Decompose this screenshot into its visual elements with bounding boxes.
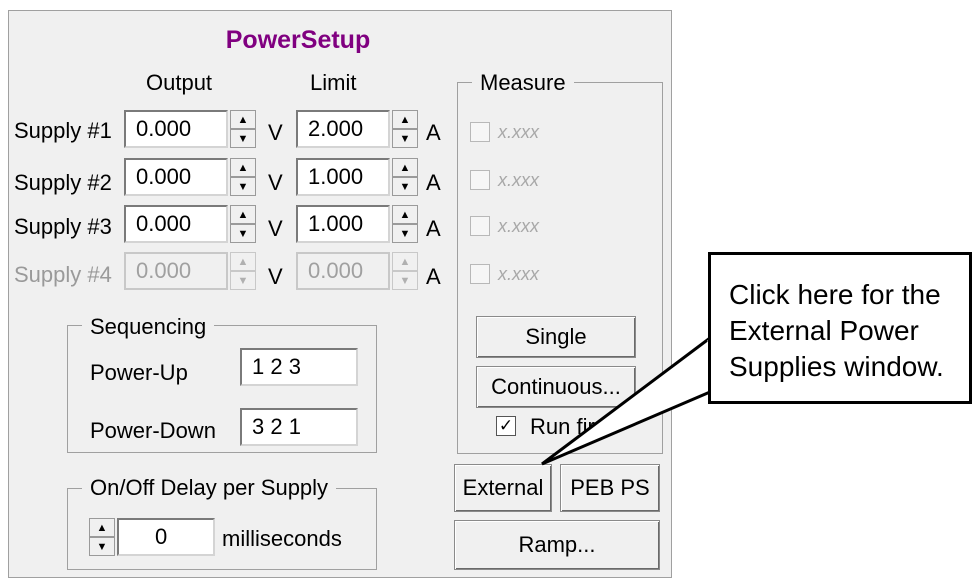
callout-line: Click here for the (729, 279, 941, 310)
callout-box: Click here for the External Power Suppli… (708, 252, 972, 404)
callout-line: External Power (729, 315, 919, 346)
callout-line: Supplies window. (729, 351, 944, 382)
